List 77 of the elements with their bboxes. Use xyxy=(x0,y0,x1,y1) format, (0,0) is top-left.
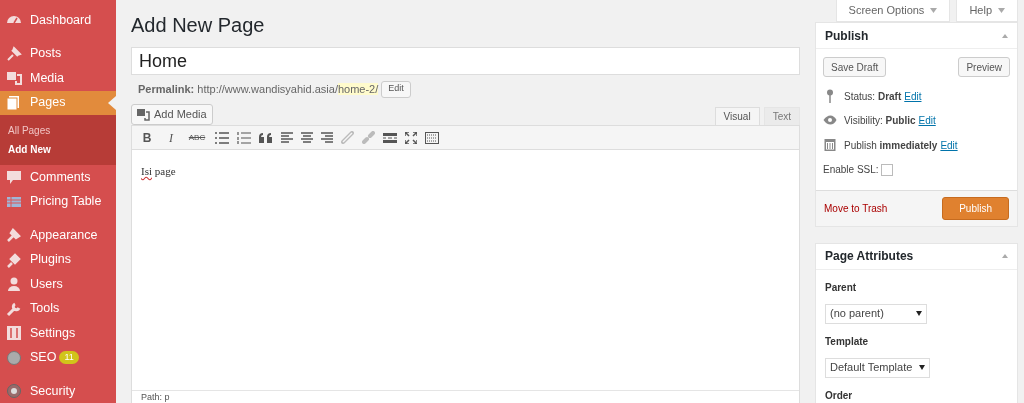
quote-icon xyxy=(259,132,273,143)
speech-bubble-icon xyxy=(6,169,22,186)
select-dropdown[interactable]: (no parent) xyxy=(825,303,927,324)
caret-icon xyxy=(919,365,925,370)
ssl-label: Enable SSL: xyxy=(823,163,879,177)
screen-options-button[interactable]: Screen Options xyxy=(835,0,951,22)
link-icon xyxy=(341,131,354,144)
page-heading: Add New Page xyxy=(131,13,266,37)
calendar-icon xyxy=(823,138,837,153)
pointer-arrow-icon xyxy=(108,95,116,110)
field-label: Order xyxy=(825,388,854,403)
fullscreen-icon xyxy=(405,131,417,144)
sidebar-item[interactable]: Posts xyxy=(0,41,116,66)
sidebar-item[interactable]: Tools xyxy=(0,296,116,321)
select-dropdown[interactable]: Default Template xyxy=(825,357,930,378)
pages-icon xyxy=(6,94,22,111)
edit-link[interactable]: Edit xyxy=(918,113,936,129)
permalink-text: Permalink: http://www.wandisyahid.asia/home-2/ xyxy=(138,81,379,97)
bold-button[interactable]: B xyxy=(139,128,155,147)
caret-icon xyxy=(998,8,1005,13)
field-label: Template xyxy=(825,334,870,349)
field-label: Parent xyxy=(825,280,858,295)
help-button[interactable]: Help xyxy=(956,0,1018,22)
status-text: Publish immediately xyxy=(844,138,938,153)
preview-button[interactable]: Preview xyxy=(958,57,1010,77)
status-text: Visibility: Public xyxy=(844,114,916,129)
pin-icon xyxy=(6,45,22,62)
sidebar-item[interactable]: Pricing Table xyxy=(0,189,116,214)
path-text: Path: p xyxy=(141,391,171,403)
sidebar-item[interactable]: Settings xyxy=(0,321,116,346)
edit-link[interactable]: Edit xyxy=(940,137,958,153)
editor-area[interactable]: Isi page Path: p xyxy=(131,150,800,403)
italic-button[interactable]: I xyxy=(163,128,179,147)
sidebar-item[interactable]: Security xyxy=(0,379,116,403)
sidebar-item[interactable]: Appearance xyxy=(0,223,116,248)
sidebar-item[interactable]: Comments xyxy=(0,165,116,190)
caret-icon xyxy=(916,311,922,316)
submenu-item[interactable]: All Pages xyxy=(0,121,116,140)
sidebar-item[interactable]: Plugins xyxy=(0,247,116,272)
save-draft-button[interactable]: Save Draft xyxy=(823,57,887,77)
publish-button[interactable]: Publish xyxy=(942,196,1009,220)
sidebar-item[interactable]: SEO 11 xyxy=(0,345,116,370)
sidebar-item[interactable]: Media xyxy=(0,66,116,91)
edit-link[interactable]: Edit xyxy=(904,88,922,104)
bulleted-list-icon xyxy=(215,131,229,144)
align-center-icon xyxy=(301,131,313,144)
panel-title: Page Attributes xyxy=(825,248,914,265)
collapse-arrow-icon xyxy=(1002,33,1008,38)
caret-icon xyxy=(930,8,938,13)
submenu-item[interactable]: Add New xyxy=(0,140,116,159)
paintbrush-icon xyxy=(6,227,22,244)
sliders-icon xyxy=(6,325,22,342)
add-media-button[interactable]: Add Media xyxy=(131,104,213,125)
sidebar-item[interactable]: Users xyxy=(0,272,116,297)
title-field[interactable]: Home xyxy=(131,47,800,75)
align-left-icon xyxy=(281,131,293,144)
move-to-trash-link[interactable]: Move to Trash xyxy=(824,200,888,216)
media-icon xyxy=(6,70,22,87)
editor-text: Isi page xyxy=(141,165,176,177)
media-icon xyxy=(137,108,150,121)
broken-link-icon xyxy=(362,131,375,144)
read-more-icon xyxy=(383,132,397,143)
keyboard-icon xyxy=(425,131,439,144)
numbered-list-icon xyxy=(237,131,251,144)
count-badge: 11 xyxy=(59,351,79,365)
ssl-checkbox[interactable] xyxy=(880,163,893,176)
editor-tab[interactable]: Visual xyxy=(714,107,760,125)
sidebar-item[interactable]: Dashboard xyxy=(0,8,116,33)
edit-button[interactable]: Edit xyxy=(381,80,411,98)
editor-tab[interactable]: Text xyxy=(763,107,800,125)
strikethrough-button[interactable]: ABC xyxy=(187,131,207,144)
status-text: Status: Draft xyxy=(844,89,902,104)
person-icon xyxy=(6,276,22,293)
collapse-arrow-icon xyxy=(1002,254,1008,258)
panel-title: Publish xyxy=(825,27,869,45)
wrench-icon xyxy=(6,300,22,317)
align-right-icon xyxy=(321,131,333,144)
